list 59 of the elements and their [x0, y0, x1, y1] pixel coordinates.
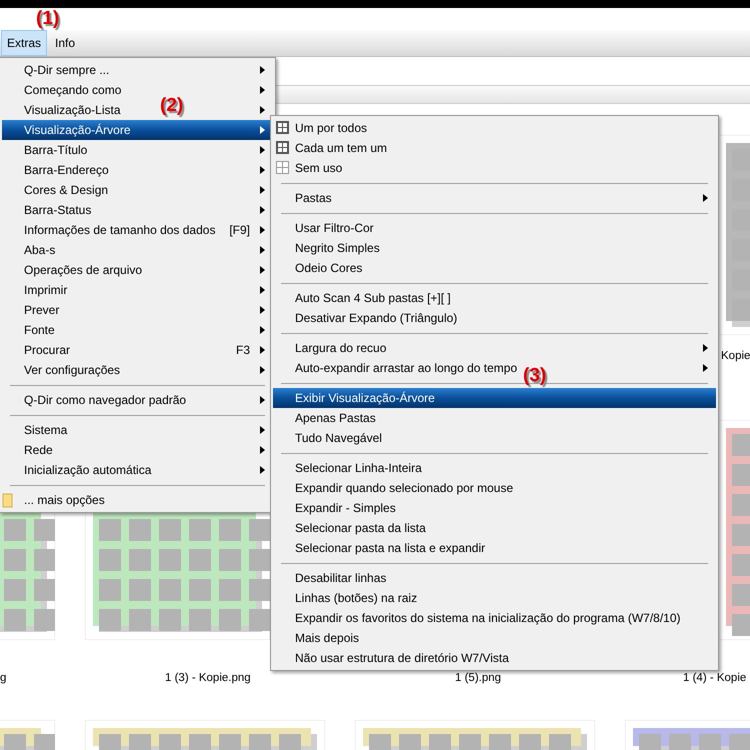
image-thumbnail[interactable] — [355, 720, 595, 750]
menu-item[interactable]: Linhas (botões) na raiz — [295, 589, 418, 607]
menu-item[interactable]: Largura do recuo — [295, 339, 386, 357]
menu-item[interactable]: Prever — [24, 301, 60, 319]
menu-item[interactable]: ... mais opções — [24, 491, 105, 509]
menu-item[interactable]: Tudo Navegável — [295, 429, 382, 447]
menu-item[interactable]: Visualização-Árvore — [2, 120, 273, 140]
menu-item[interactable]: Um por todos — [295, 119, 368, 137]
menu-item[interactable]: Rede — [24, 441, 53, 459]
menu-item[interactable]: Q-Dir sempre ... — [24, 61, 110, 79]
menu-item[interactable]: Cada um tem um — [295, 139, 388, 157]
shortcut-text: [F9] — [229, 222, 250, 239]
annotation-label: (3) — [523, 366, 546, 385]
file-name: 1 (4) - Kopie — [683, 671, 746, 685]
menu-item[interactable]: Selecionar pasta na lista e expandir — [295, 539, 486, 557]
menu-item[interactable]: Selecionar Linha-Inteira — [295, 459, 422, 477]
menu-item[interactable]: Sistema — [24, 421, 68, 439]
menu-item[interactable]: Auto Scan 4 Sub pastas [+][ ] — [295, 289, 451, 307]
annotation-label: (2) — [160, 96, 184, 115]
menu-item[interactable]: Não usar estrutura de diretório W7/Vista — [295, 649, 509, 667]
menu-item[interactable]: Exibir Visualização-Árvore — [273, 388, 716, 408]
file-name: Kopie — [721, 349, 750, 363]
menu-tab[interactable]: Extras — [1, 30, 48, 56]
menu-item[interactable]: Informações de tamanho dos dados — [24, 221, 216, 239]
menu-item[interactable]: Operações de arquivo — [24, 261, 142, 279]
annotation-label: (1) — [36, 9, 60, 28]
menu-item[interactable]: Desativar Expando (Triângulo) — [295, 309, 458, 327]
menu-item[interactable]: Q-Dir como navegador padrão — [24, 391, 186, 409]
menu-item[interactable]: Expandir quando selecionado por mouse — [295, 479, 514, 497]
menu-item[interactable]: Visualização-Lista — [24, 101, 120, 119]
menu-item[interactable]: Sem uso — [295, 159, 342, 177]
menu-item[interactable]: Usar Filtro-Cor — [295, 219, 374, 237]
menu-item[interactable]: Imprimir — [24, 281, 68, 299]
file-name: 1 (3) - Kopie.png — [165, 671, 251, 685]
menu-item[interactable]: Apenas Pastas — [295, 409, 376, 427]
menu-item[interactable]: Odeio Cores — [295, 259, 362, 277]
menu-tab[interactable]: Info — [49, 30, 82, 56]
file-name: 1 (5).png — [455, 671, 502, 685]
menu-item[interactable]: Pastas — [295, 189, 332, 207]
menu-item[interactable]: Barra-Endereço — [24, 161, 109, 179]
menu-item[interactable]: Procurar — [24, 341, 70, 359]
menu-item[interactable]: Ver configurações — [24, 361, 120, 379]
menu-item[interactable]: Auto-expandir arrastar ao longo do tempo — [295, 359, 518, 377]
shortcut-text: F3 — [236, 342, 250, 359]
menu-item[interactable]: Cores & Design — [24, 181, 108, 199]
image-thumbnail[interactable] — [85, 720, 325, 750]
menu-item[interactable]: Desabilitar linhas — [295, 569, 386, 587]
file-name: g — [0, 671, 6, 685]
menu-item[interactable]: Expandir os favoritos do sistema na inicialização do programa (W7/8/10) — [295, 609, 681, 627]
menu-item[interactable]: Expandir - Simples — [295, 499, 396, 517]
menu-item[interactable]: Barra-Título — [24, 141, 88, 159]
menu-item[interactable]: Barra-Status — [24, 201, 92, 219]
menu-item[interactable]: Começando como — [24, 81, 122, 99]
menu-item[interactable]: Mais depois — [295, 629, 360, 647]
menu-item[interactable]: Selecionar pasta da lista — [295, 519, 426, 537]
menu-item[interactable]: Fonte — [24, 321, 55, 339]
menu-item[interactable]: Inicialização automática — [24, 461, 152, 479]
menu-item[interactable]: Negrito Simples — [295, 239, 380, 257]
menu-item[interactable]: Aba-s — [24, 241, 56, 259]
